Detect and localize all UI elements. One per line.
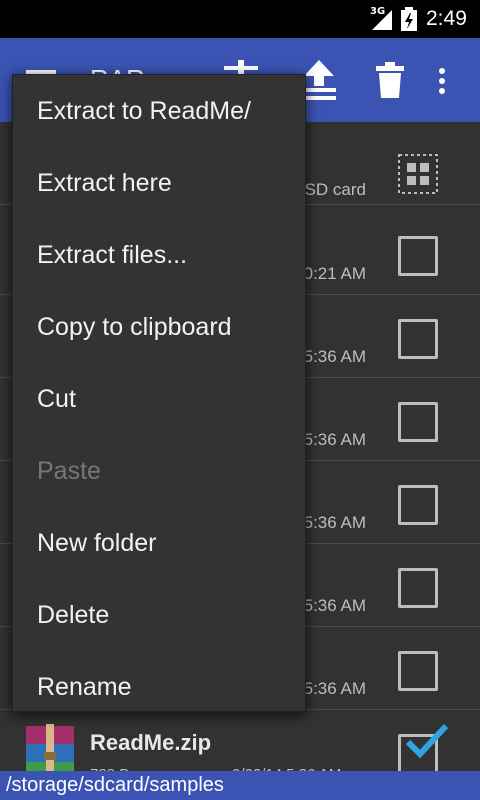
menu-item-rename[interactable]: Rename <box>13 651 305 723</box>
overflow-icon[interactable] <box>438 68 446 94</box>
context-menu: Extract to ReadMe/ Extract here Extract … <box>12 74 306 712</box>
item-checkbox[interactable] <box>398 651 438 691</box>
item-checkbox[interactable] <box>398 568 438 608</box>
file-date: 5:36 AM <box>303 347 366 366</box>
menu-item-extract-to[interactable]: Extract to ReadMe/ <box>13 75 305 147</box>
menu-item-extract-files[interactable]: Extract files... <box>13 219 305 291</box>
file-date: 5:36 AM <box>303 513 366 532</box>
file-date: 5:36 AM <box>303 430 366 449</box>
menu-item-copy[interactable]: Copy to clipboard <box>13 291 305 363</box>
clock: 2:49 <box>426 7 467 30</box>
menu-item-new-folder[interactable]: New folder <box>13 507 305 579</box>
signal-icon <box>372 10 392 30</box>
storage-label: SD card <box>304 180 366 199</box>
checkmark-icon <box>405 723 449 759</box>
menu-item-delete[interactable]: Delete <box>13 579 305 651</box>
battery-icon <box>401 7 417 31</box>
file-date: 0:21 AM <box>303 264 366 283</box>
file-name: ReadMe.zip <box>90 730 212 755</box>
file-date: 5:36 AM <box>303 679 366 698</box>
menu-item-cut[interactable]: Cut <box>13 363 305 435</box>
current-path: /storage/sdcard/samples <box>0 771 480 800</box>
select-all-icon[interactable] <box>398 154 438 194</box>
menu-item-extract-here[interactable]: Extract here <box>13 147 305 219</box>
delete-icon[interactable] <box>376 62 404 98</box>
item-checkbox[interactable] <box>398 485 438 525</box>
file-date: 5:36 AM <box>303 596 366 615</box>
menu-item-paste: Paste <box>37 457 101 485</box>
item-checkbox[interactable] <box>398 236 438 276</box>
item-checkbox[interactable] <box>398 319 438 359</box>
item-checkbox[interactable] <box>398 402 438 442</box>
status-bar: 3G 2:49 <box>0 0 480 38</box>
